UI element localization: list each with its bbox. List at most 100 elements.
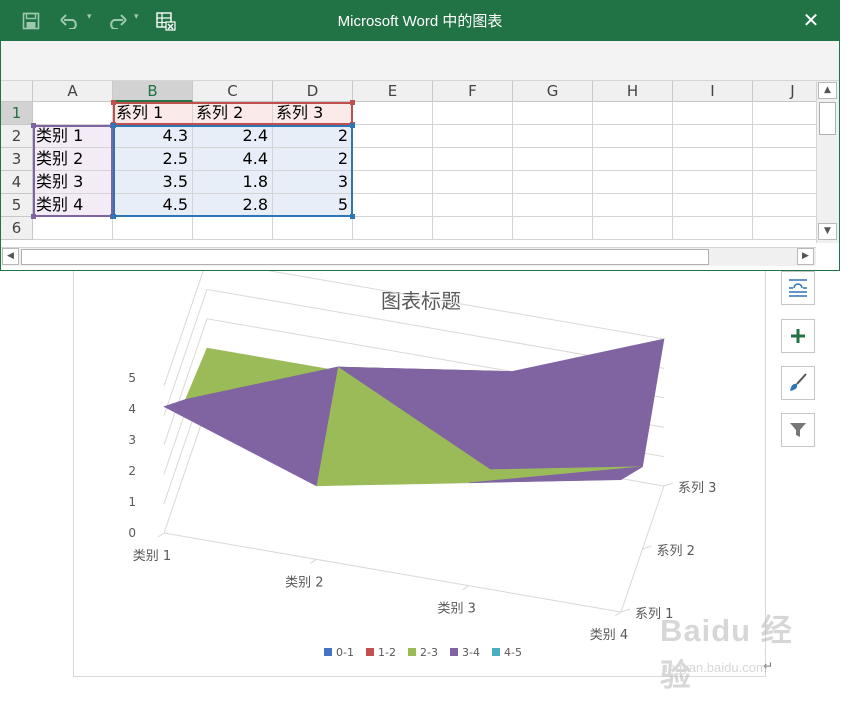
cell-F3[interactable]	[433, 148, 513, 171]
cell-H2[interactable]	[593, 125, 673, 148]
cell-J3[interactable]	[753, 148, 816, 171]
cell-A2[interactable]: 类别 1	[33, 125, 113, 148]
values-range-handle-0[interactable]	[111, 123, 116, 128]
values-range-handle-3[interactable]	[350, 214, 355, 219]
cell-E3[interactable]	[353, 148, 433, 171]
scroll-up-button[interactable]: ▲	[818, 82, 837, 99]
cell-J1[interactable]	[753, 102, 816, 125]
cell-I6[interactable]	[673, 217, 753, 240]
cell-D1[interactable]: 系列 3	[273, 102, 353, 125]
cell-H3[interactable]	[593, 148, 673, 171]
cell-B3[interactable]: 2.5	[113, 148, 193, 171]
column-header-F[interactable]: F	[433, 81, 513, 102]
cell-C4[interactable]: 1.8	[193, 171, 273, 194]
cell-C2[interactable]: 2.4	[193, 125, 273, 148]
scroll-left-button[interactable]: ◀	[2, 248, 19, 265]
chart-styles-button[interactable]	[781, 366, 815, 400]
category-range-handle-0[interactable]	[31, 123, 36, 128]
cell-D4[interactable]: 3	[273, 171, 353, 194]
series-name-range-handle-0[interactable]	[111, 100, 116, 105]
cell-D2[interactable]: 2	[273, 125, 353, 148]
chart-filters-button[interactable]	[781, 413, 815, 447]
cell-I5[interactable]	[673, 194, 753, 217]
cell-G6[interactable]	[513, 217, 593, 240]
cell-F6[interactable]	[433, 217, 513, 240]
column-header-B[interactable]: B	[113, 81, 193, 102]
cell-C3[interactable]: 4.4	[193, 148, 273, 171]
column-header-H[interactable]: H	[593, 81, 673, 102]
cell-G3[interactable]	[513, 148, 593, 171]
cell-F2[interactable]	[433, 125, 513, 148]
cell-G1[interactable]	[513, 102, 593, 125]
cell-J2[interactable]	[753, 125, 816, 148]
close-button[interactable]: ✕	[799, 8, 823, 32]
cell-F4[interactable]	[433, 171, 513, 194]
spreadsheet-grid[interactable]: A B C D E F G H I J 1 系列 1 系列 2 系列 3 2 类别 1 4.3 2.4 2 3 类别 2…	[1, 81, 816, 243]
cell-E5[interactable]	[353, 194, 433, 217]
cell-A6[interactable]	[33, 217, 113, 240]
layout-options-button[interactable]	[781, 271, 815, 305]
cell-I1[interactable]	[673, 102, 753, 125]
cell-A5[interactable]: 类别 4	[33, 194, 113, 217]
cell-B2[interactable]: 4.3	[113, 125, 193, 148]
cell-F5[interactable]	[433, 194, 513, 217]
cell-H5[interactable]	[593, 194, 673, 217]
cell-C5[interactable]: 2.8	[193, 194, 273, 217]
cell-C6[interactable]	[193, 217, 273, 240]
column-header-A[interactable]: A	[33, 81, 113, 102]
category-range-handle-2[interactable]	[31, 214, 36, 219]
cell-D5[interactable]: 5	[273, 194, 353, 217]
row-header-1[interactable]: 1	[1, 102, 33, 125]
chart-filters-icon	[790, 423, 806, 437]
horizontal-scroll-thumb[interactable]	[21, 249, 709, 265]
cell-D6[interactable]	[273, 217, 353, 240]
cell-F1[interactable]	[433, 102, 513, 125]
values-range-handle-1[interactable]	[350, 123, 355, 128]
scroll-down-button[interactable]: ▼	[818, 223, 837, 240]
row-header-6[interactable]: 6	[1, 217, 33, 240]
column-header-G[interactable]: G	[513, 81, 593, 102]
column-header-J[interactable]: J	[753, 81, 816, 102]
row-header-4[interactable]: 4	[1, 171, 33, 194]
cell-E6[interactable]	[353, 217, 433, 240]
cell-H4[interactable]	[593, 171, 673, 194]
cell-B1[interactable]: 系列 1	[113, 102, 193, 125]
cell-E4[interactable]	[353, 171, 433, 194]
cell-G5[interactable]	[513, 194, 593, 217]
cell-G2[interactable]	[513, 125, 593, 148]
row-header-2[interactable]: 2	[1, 125, 33, 148]
cell-I2[interactable]	[673, 125, 753, 148]
cell-D3[interactable]: 2	[273, 148, 353, 171]
vertical-scroll-thumb[interactable]	[819, 102, 836, 135]
chart-elements-button[interactable]	[781, 319, 815, 353]
row-header-5[interactable]: 5	[1, 194, 33, 217]
column-header-C[interactable]: C	[193, 81, 273, 102]
values-range-handle-2[interactable]	[111, 214, 116, 219]
cell-A4[interactable]: 类别 3	[33, 171, 113, 194]
cell-J5[interactable]	[753, 194, 816, 217]
cell-J4[interactable]	[753, 171, 816, 194]
cell-B4[interactable]: 3.5	[113, 171, 193, 194]
cell-A3[interactable]: 类别 2	[33, 148, 113, 171]
cell-C1[interactable]: 系列 2	[193, 102, 273, 125]
horizontal-scrollbar[interactable]: ◀ ▶	[1, 247, 816, 266]
select-all-corner[interactable]	[1, 81, 33, 102]
cell-G4[interactable]	[513, 171, 593, 194]
scroll-right-button[interactable]: ▶	[797, 248, 814, 265]
series-name-range-handle-1[interactable]	[350, 100, 355, 105]
vertical-scrollbar[interactable]: ▲ ▼	[816, 81, 839, 243]
column-header-E[interactable]: E	[353, 81, 433, 102]
cell-B5[interactable]: 4.5	[113, 194, 193, 217]
column-header-I[interactable]: I	[673, 81, 753, 102]
cell-I4[interactable]	[673, 171, 753, 194]
column-header-D[interactable]: D	[273, 81, 353, 102]
cell-H1[interactable]	[593, 102, 673, 125]
cell-I3[interactable]	[673, 148, 753, 171]
cell-H6[interactable]	[593, 217, 673, 240]
row-header-3[interactable]: 3	[1, 148, 33, 171]
cell-E1[interactable]	[353, 102, 433, 125]
cell-A1[interactable]	[33, 102, 113, 125]
cell-J6[interactable]	[753, 217, 816, 240]
cell-B6[interactable]	[113, 217, 193, 240]
cell-E2[interactable]	[353, 125, 433, 148]
